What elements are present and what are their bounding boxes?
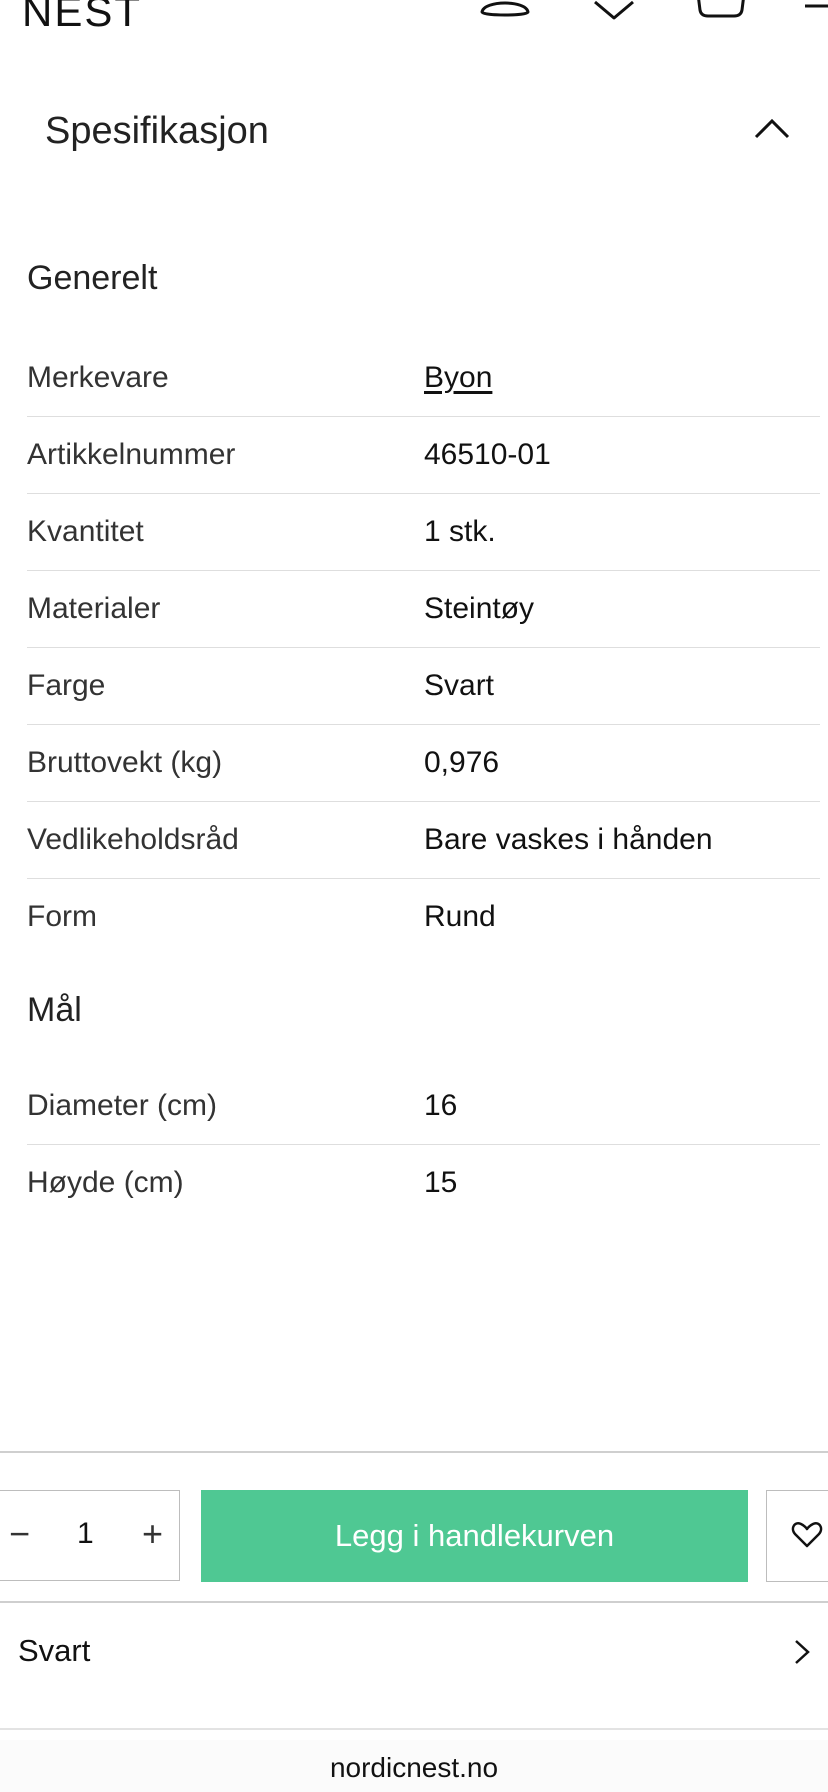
variant-label: Svart [18,1633,91,1668]
spec-label: Form [27,900,97,933]
spec-label: Høyde (cm) [27,1166,184,1199]
specification-accordion-header[interactable]: Spesifikasjon [0,95,828,175]
spec-row: Bruttovekt (kg) 0,976 [27,724,820,802]
spec-value: 46510-01 [424,438,551,471]
spec-row: Form Rund [27,878,820,955]
spec-label: Merkevare [27,361,169,394]
purchase-bar-divider [0,1451,828,1453]
url-text: nordicnest.no [329,1752,499,1783]
spec-row: Diameter (cm) 16 [27,1067,820,1145]
add-to-cart-label: Legg i handlekurven [334,1518,615,1553]
user-icon[interactable] [478,0,532,22]
spec-value: Steintøy [424,592,535,625]
spec-label: Materialer [27,592,161,625]
bag-icon[interactable] [694,0,748,22]
spec-label: Artikkelnummer [27,438,236,471]
spec-value: Rund [424,900,496,933]
site-logo[interactable]: NEST [22,0,142,36]
spec-row: Kvantitet 1 stk. [27,493,820,571]
browser-address-bar[interactable]: nordicnest.no [0,1740,828,1792]
brand-link[interactable]: Byon [424,361,492,395]
spec-row: Materialer Steintøy [27,570,820,648]
spec-value: 15 [424,1166,458,1199]
menu-icon[interactable] [805,0,828,22]
quantity-value: 1 [77,1517,94,1550]
decrease-quantity-button[interactable]: − [9,1513,30,1555]
spec-value: 0,976 [424,746,500,779]
heart-icon[interactable] [592,0,636,22]
chevron-right-icon [794,1639,810,1670]
accordion-title: Spesifikasjon [45,110,269,152]
spec-label: Farge [27,669,106,702]
spec-label: Kvantitet [27,515,144,548]
variant-selector[interactable]: Svart [0,1601,828,1730]
section-title-general: Generelt [27,259,158,297]
quantity-stepper[interactable]: − 1 + [0,1490,180,1581]
section-title-dimensions: Mål [27,991,82,1029]
wishlist-button[interactable] [766,1490,828,1582]
spec-value: 16 [424,1089,458,1122]
chevron-up-icon[interactable] [754,117,790,144]
spec-row: Farge Svart [27,647,820,725]
spec-row: Vedlikeholdsråd Bare vaskes i hånden [27,801,820,879]
spec-value: Bare vaskes i hånden [424,823,713,856]
spec-value: Svart [424,669,495,702]
spec-label: Vedlikeholdsråd [27,823,239,856]
spec-label: Bruttovekt (kg) [27,746,223,779]
increase-quantity-button[interactable]: + [142,1513,163,1555]
site-header: NEST [0,0,828,50]
add-to-cart-button[interactable]: Legg i handlekurven [201,1490,748,1582]
spec-row: Høyde (cm) 15 [27,1144,820,1221]
spec-label: Diameter (cm) [27,1089,218,1122]
spec-row: Artikkelnummer 46510-01 [27,416,820,494]
spec-value: 1 stk. [424,515,496,548]
spec-row: Merkevare Byon [27,339,820,417]
